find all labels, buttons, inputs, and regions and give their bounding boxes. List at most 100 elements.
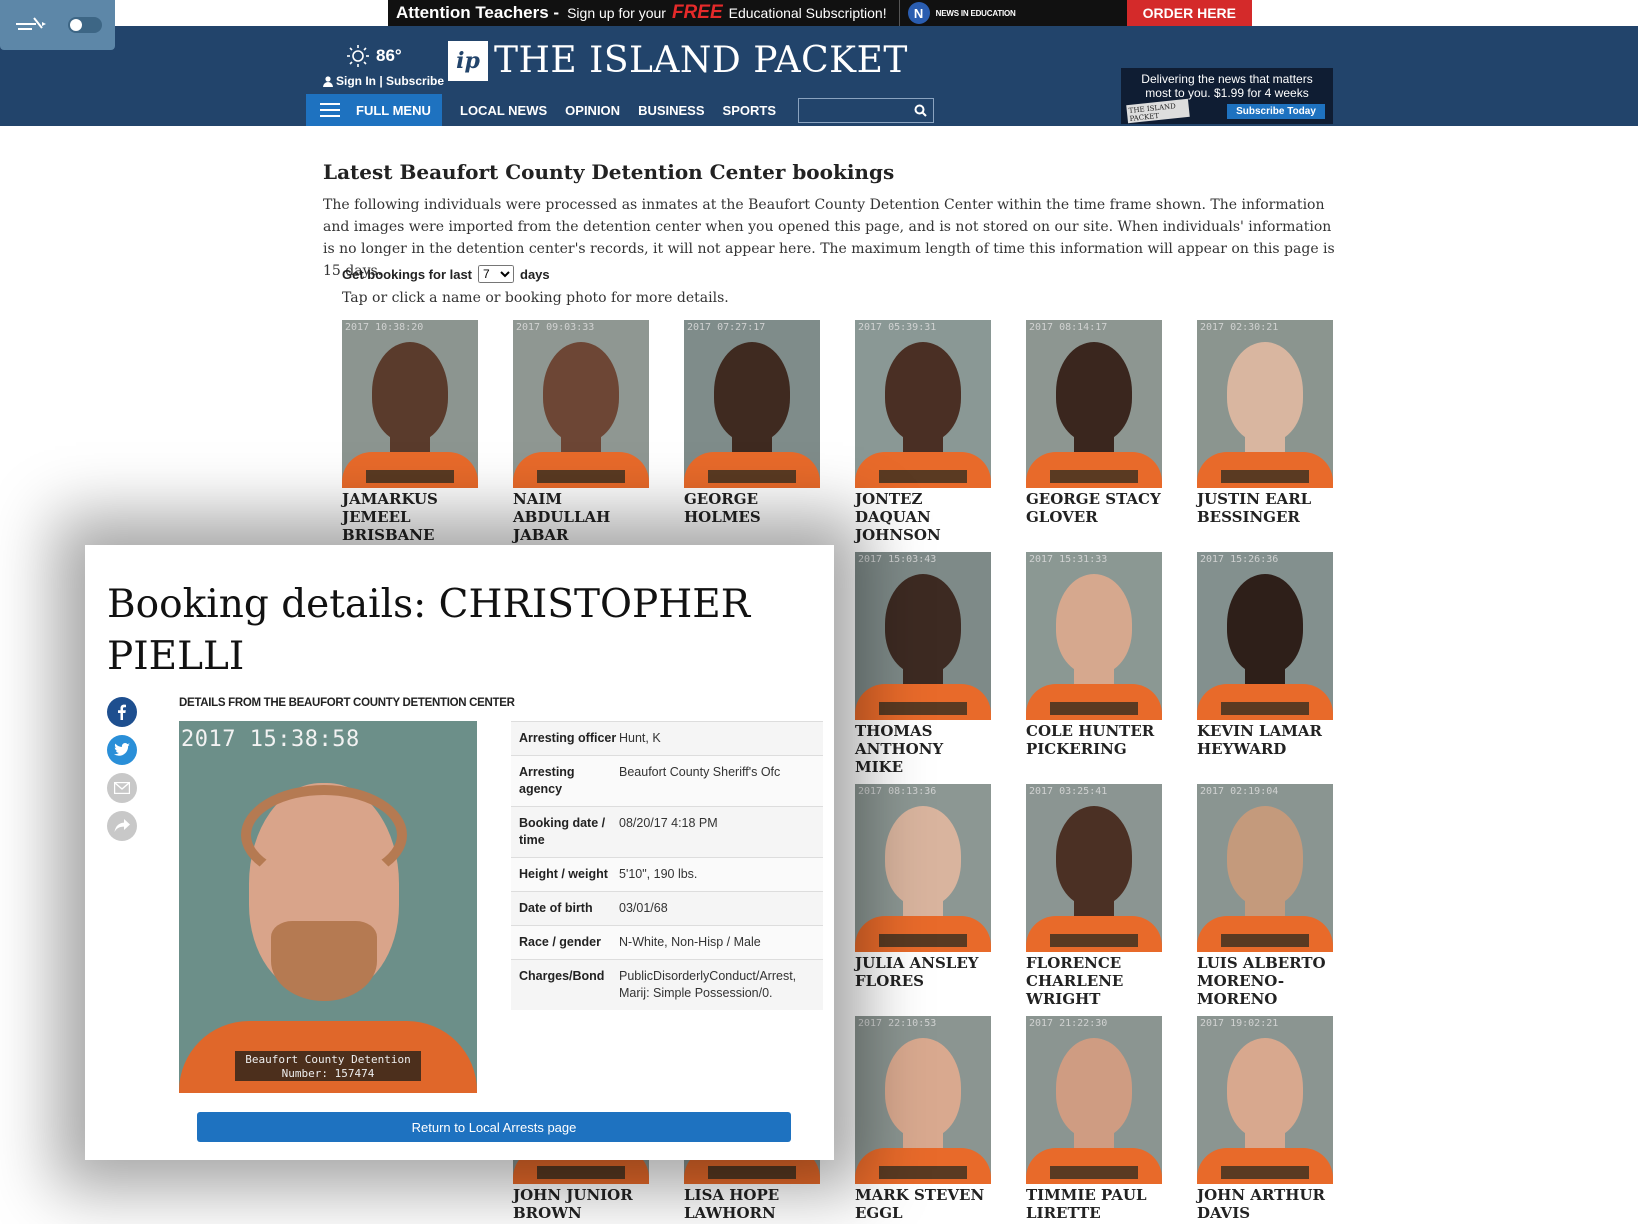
booking-name[interactable]: JUSTIN EARL BESSINGER [1197, 490, 1333, 526]
booking-card[interactable]: 2017 03:25:41 FLORENCE CHARLENE WRIGHT [1026, 784, 1162, 1008]
booking-name[interactable]: JOHN JUNIOR BROWN [513, 1186, 649, 1222]
booking-photo-thumb[interactable]: 2017 07:27:17 [684, 320, 820, 488]
booking-photo-thumb[interactable]: 2017 05:39:31 [855, 320, 991, 488]
thumb-face [885, 1038, 961, 1138]
subscribe-promo[interactable]: Delivering the news that matters most to… [1121, 68, 1333, 124]
booking-photo-thumb[interactable]: 2017 03:25:41 [1026, 784, 1162, 952]
booking-card[interactable]: 2017 21:22:30 TIMMIE PAUL LIRETTE [1026, 1016, 1162, 1222]
thumb-timestamp: 2017 15:03:43 [858, 554, 937, 565]
booking-photo-thumb[interactable]: 2017 10:38:20 [342, 320, 478, 488]
booking-card[interactable]: 2017 05:39:31 JONTEZ DAQUAN JOHNSON [855, 320, 991, 544]
booking-card[interactable]: 2017 02:30:21 JUSTIN EARL BESSINGER [1197, 320, 1333, 526]
days-select[interactable]: 7 [478, 265, 515, 283]
booking-name[interactable]: JAMARKUS JEMEEL BRISBANE [342, 490, 478, 544]
wand-icon[interactable] [14, 14, 48, 41]
plate-line2: Number: 157474 [281, 1067, 375, 1080]
source-label: DETAILS FROM THE BEAUFORT COUNTY DETENTI… [179, 697, 515, 709]
thumb-timestamp: 2017 08:13:36 [858, 786, 937, 797]
toggle-switch[interactable] [68, 17, 102, 33]
subscribe-today-button[interactable]: Subscribe Today [1227, 104, 1325, 119]
booking-name[interactable]: JULIA ANSLEY FLORES [855, 954, 991, 990]
booking-card[interactable]: 2017 10:38:20 JAMARKUS JEMEEL BRISBANE [342, 320, 478, 544]
twitter-share-button[interactable] [107, 735, 137, 765]
thumb-plate [879, 470, 967, 483]
booking-card[interactable]: 2017 07:27:17 GEORGE HOLMES [684, 320, 820, 526]
booking-card[interactable]: 2017 15:03:43 THOMAS ANTHONY MIKE [855, 552, 991, 776]
full-menu-label: FULL MENU [356, 102, 431, 118]
search-icon[interactable] [914, 104, 927, 117]
detail-value: PublicDisorderlyConduct/Arrest, Marij: S… [619, 969, 797, 1000]
signin-link[interactable]: Sign In | Subscribe [322, 74, 444, 88]
site-logo[interactable]: ip THE ISLAND PACKET [448, 40, 908, 81]
facebook-share-button[interactable] [107, 697, 137, 727]
detail-row: Date of birth 03/01/68 [511, 891, 823, 925]
nav-sports[interactable]: SPORTS [723, 103, 776, 118]
ad-headline: Attention Teachers - [396, 3, 560, 22]
booking-name[interactable]: MARK STEVEN EGGL [855, 1186, 991, 1222]
detail-row: Arresting officer Hunt, K [511, 721, 823, 755]
thumb-face [714, 342, 790, 442]
booking-card[interactable]: 2017 02:19:04 LUIS ALBERTO MORENO-MORENO [1197, 784, 1333, 1008]
filter-suffix: days [520, 266, 550, 282]
booking-name[interactable]: GEORGE STACY GLOVER [1026, 490, 1162, 526]
booking-card[interactable]: 2017 08:13:36 JULIA ANSLEY FLORES [855, 784, 991, 990]
booking-card[interactable]: 2017 22:10:53 MARK STEVEN EGGL [855, 1016, 991, 1222]
booking-name[interactable]: GEORGE HOLMES [684, 490, 820, 526]
booking-photo-thumb[interactable]: 2017 09:03:33 [513, 320, 649, 488]
order-here-button[interactable]: ORDER HERE [1126, 0, 1252, 26]
booking-card[interactable]: 2017 08:14:17 GEORGE STACY GLOVER [1026, 320, 1162, 526]
detail-value: 5'10", 190 lbs. [619, 867, 698, 881]
nav-local-news[interactable]: LOCAL NEWS [460, 103, 547, 118]
booking-photo-thumb[interactable]: 2017 15:26:36 [1197, 552, 1333, 720]
temperature: 86° [376, 46, 402, 65]
weather-widget[interactable]: 86° [346, 44, 402, 68]
booking-name[interactable]: NAIM ABDULLAH JABAR [513, 490, 649, 544]
booking-photo-thumb[interactable]: 2017 21:22:30 [1026, 1016, 1162, 1184]
twitter-icon [114, 743, 130, 756]
booking-card[interactable]: 2017 15:31:33 COLE HUNTER PICKERING [1026, 552, 1162, 758]
thumb-plate [537, 1166, 625, 1179]
email-share-button[interactable] [107, 773, 137, 803]
booking-card[interactable]: 2017 19:02:21 JOHN ARTHUR DAVIS [1197, 1016, 1333, 1222]
thumb-face [1227, 806, 1303, 906]
detail-value: 03/01/68 [619, 901, 668, 915]
booking-name[interactable]: TIMMIE PAUL LIRETTE [1026, 1186, 1162, 1222]
nav-business[interactable]: BUSINESS [638, 103, 704, 118]
booking-photo-thumb[interactable]: 2017 22:10:53 [855, 1016, 991, 1184]
return-button[interactable]: Return to Local Arrests page [197, 1112, 791, 1142]
booking-photo-thumb[interactable]: 2017 15:31:33 [1026, 552, 1162, 720]
sun-icon [347, 45, 369, 67]
booking-name[interactable]: THOMAS ANTHONY MIKE [855, 722, 991, 776]
ad-banner[interactable]: Attention Teachers - Sign up for your FR… [388, 0, 1252, 26]
thumb-face [1227, 342, 1303, 442]
booking-card[interactable]: 2017 15:26:36 KEVIN LAMAR HEYWARD [1197, 552, 1333, 758]
more-share-button[interactable] [107, 811, 137, 841]
detail-row: Arresting agency Beaufort County Sheriff'… [511, 755, 823, 806]
thumb-face [885, 806, 961, 906]
booking-name[interactable]: COLE HUNTER PICKERING [1026, 722, 1162, 758]
page-title: Latest Beaufort County Detention Center … [323, 160, 895, 184]
booking-photo-thumb[interactable]: 2017 08:14:17 [1026, 320, 1162, 488]
booking-name[interactable]: LISA HOPE LAWHORN [684, 1186, 820, 1222]
detail-row: Charges/Bond PublicDisorderlyConduct/Arre… [511, 959, 823, 1010]
thumb-plate [1221, 470, 1309, 483]
booking-photo-thumb[interactable]: 2017 02:19:04 [1197, 784, 1333, 952]
search-input[interactable] [799, 98, 909, 122]
thumb-timestamp: 2017 05:39:31 [858, 322, 937, 333]
booking-photo-thumb[interactable]: 2017 15:03:43 [855, 552, 991, 720]
booking-photo-thumb[interactable]: 2017 08:13:36 [855, 784, 991, 952]
booking-name[interactable]: JONTEZ DAQUAN JOHNSON [855, 490, 991, 544]
booking-name[interactable]: KEVIN LAMAR HEYWARD [1197, 722, 1333, 758]
booking-photo-thumb[interactable]: 2017 02:30:21 [1197, 320, 1333, 488]
nie-badge-icon: N [907, 2, 930, 24]
tool-widget [0, 0, 115, 50]
nav-opinion[interactable]: OPINION [565, 103, 620, 118]
booking-name[interactable]: FLORENCE CHARLENE WRIGHT [1026, 954, 1162, 1008]
user-icon [323, 76, 333, 87]
booking-photo-thumb[interactable]: 2017 19:02:21 [1197, 1016, 1333, 1184]
booking-name[interactable]: JOHN ARTHUR DAVIS [1197, 1186, 1333, 1222]
logo-mark: ip [448, 40, 488, 81]
booking-card[interactable]: 2017 09:03:33 NAIM ABDULLAH JABAR [513, 320, 649, 544]
booking-name[interactable]: LUIS ALBERTO MORENO-MORENO [1197, 954, 1333, 1008]
full-menu-button[interactable]: FULL MENU [306, 94, 442, 126]
